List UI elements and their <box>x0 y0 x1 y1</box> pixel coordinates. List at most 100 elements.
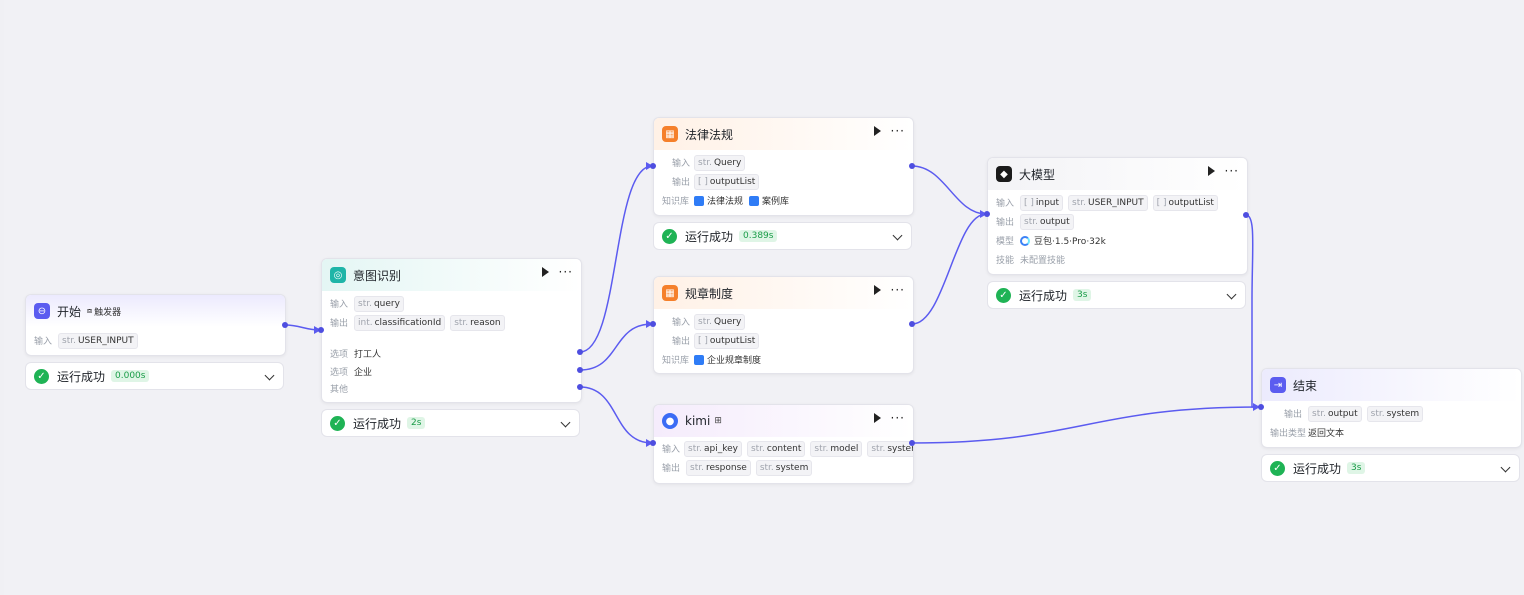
input-row: 输入 str. Query <box>654 312 913 331</box>
more-icon[interactable]: ··· <box>891 284 905 296</box>
node-actions: ··· <box>1207 165 1239 177</box>
rules-node-header: ▦ 规章制度 ··· <box>654 277 913 309</box>
output-label: 输出 <box>1283 410 1302 420</box>
llm-status-bar[interactable]: ✓ 运行成功 3s <box>987 281 1246 309</box>
input-row: 输入 str. Query <box>654 153 913 172</box>
law-status-bar[interactable]: ✓ 运行成功 0.389s <box>653 222 912 250</box>
end-node[interactable]: ⇥ 结束 输出 str. output str. system 输出类型 返回文本 <box>1261 368 1522 448</box>
variable-tag: str. response <box>686 459 751 476</box>
variable-tag: str.system <box>867 440 913 457</box>
more-icon[interactable]: ··· <box>891 125 905 137</box>
variable-tag: str. USER_INPUT <box>58 332 138 349</box>
input-label: 输入 <box>996 199 1015 209</box>
skill-row: 技能 未配置技能 <box>988 250 1247 269</box>
chevron-down-icon[interactable] <box>264 370 275 381</box>
trigger-icon: ⧈ <box>87 306 93 315</box>
option-row: 其他 <box>322 380 581 396</box>
kimi-node[interactable]: ● kimi ⊞ ··· 输入 str. api_key str. content … <box>653 404 914 484</box>
end-node-header: ⇥ 结束 <box>1262 369 1521 401</box>
variable-tag: str.system <box>1366 405 1424 422</box>
node-title: 意图识别 <box>353 268 402 283</box>
model-name: 豆包·1.5·Pro·32k <box>1034 237 1106 247</box>
document-icon <box>694 195 704 206</box>
status-text: 运行成功 <box>1293 461 1342 476</box>
kb-label: 知识库 <box>662 356 690 366</box>
status-text: 运行成功 <box>685 229 734 244</box>
success-check-icon: ✓ <box>330 415 345 431</box>
play-icon[interactable] <box>1207 166 1215 176</box>
variable-tag: str. query <box>354 295 404 312</box>
llm-icon: ◆ <box>996 166 1012 182</box>
skill-value: 未配置技能 <box>1020 256 1066 266</box>
node-actions: ··· <box>541 266 573 278</box>
play-icon[interactable] <box>873 285 881 295</box>
input-label: 输入 <box>671 318 690 328</box>
start-node[interactable]: ⊖ 开始 ⧈ 触发器 输入 str. USER_INPUT <box>25 294 286 356</box>
success-check-icon: ✓ <box>1270 460 1285 476</box>
trigger-badge[interactable]: ⧈ 触发器 <box>87 305 121 318</box>
variable-tag: [ ] outputList <box>694 332 760 349</box>
node-title: 开始 <box>57 304 82 319</box>
model-label: 模型 <box>996 237 1015 247</box>
chevron-down-icon[interactable] <box>1226 289 1237 300</box>
kimi-output-port[interactable] <box>909 440 915 446</box>
rules-output-port[interactable] <box>909 321 915 327</box>
intent-input-port[interactable] <box>318 327 324 333</box>
knowledge-base-icon: ▦ <box>662 126 678 142</box>
node-actions: ··· <box>873 412 905 424</box>
variable-tag: str.system <box>755 459 813 476</box>
success-check-icon: ✓ <box>996 287 1011 303</box>
intent-option-port[interactable] <box>577 349 583 355</box>
start-icon: ⊖ <box>34 303 50 319</box>
law-output-port[interactable] <box>909 163 915 169</box>
start-output-port[interactable] <box>282 322 288 328</box>
intent-option-port[interactable] <box>577 367 583 373</box>
output-row: 输出 str. output str. system <box>1262 404 1521 423</box>
law-input-port[interactable] <box>650 163 656 169</box>
node-title: kimi <box>685 414 711 428</box>
llm-node[interactable]: ◆ 大模型 ··· 输入 [ ] input str. USER_INPUT [ ]… <box>987 157 1248 275</box>
variable-tag: str. Query <box>694 154 746 171</box>
end-input-port[interactable] <box>1258 404 1264 410</box>
success-check-icon: ✓ <box>34 368 49 384</box>
play-icon[interactable] <box>541 267 549 277</box>
start-status-bar[interactable]: ✓ 运行成功 0.000s <box>25 362 284 390</box>
variable-tag: str. Query <box>694 313 746 330</box>
input-row: 输入 str. query <box>322 294 581 313</box>
success-check-icon: ✓ <box>662 228 677 244</box>
kb-item: 案例库 <box>749 194 789 207</box>
chevron-down-icon[interactable] <box>892 230 903 241</box>
rules-node[interactable]: ▦ 规章制度 ··· 输入 str. Query 输出 [ ] outputList… <box>653 276 914 374</box>
variable-tag: [ ] input <box>1020 194 1064 211</box>
output-label: 输出 <box>662 464 681 474</box>
option-label: 选项 <box>330 349 349 360</box>
variable-tag: str. output <box>1308 405 1362 422</box>
output-label: 输出 <box>330 319 349 329</box>
end-status-bar[interactable]: ✓ 运行成功 3s <box>1261 454 1520 482</box>
output-row: 输出 [ ] outputList <box>654 331 913 350</box>
output-row: 输出 [ ] outputList <box>654 172 913 191</box>
node-title: 规章制度 <box>685 286 734 301</box>
more-icon[interactable]: ··· <box>891 412 905 424</box>
node-actions: ··· <box>873 125 905 137</box>
chevron-down-icon[interactable] <box>1500 462 1511 473</box>
kimi-input-port[interactable] <box>650 440 656 446</box>
intent-status-bar[interactable]: ✓ 运行成功 2s <box>321 409 580 437</box>
trigger-label: 触发器 <box>94 307 122 318</box>
law-node[interactable]: ▦ 法律法规 ··· 输入 str. Query 输出 [ ] outputList… <box>653 117 914 216</box>
elapsed-time-badge: 0.389s <box>739 230 778 242</box>
intent-node[interactable]: ◎ 意图识别 ··· 输入 str. query 输出 int. classific… <box>321 258 582 403</box>
play-icon[interactable] <box>873 413 881 423</box>
rules-input-port[interactable] <box>650 321 656 327</box>
llm-input-port[interactable] <box>984 211 990 217</box>
chevron-down-icon[interactable] <box>560 417 571 428</box>
variable-tag: str. reason <box>450 314 505 331</box>
more-icon[interactable]: ··· <box>559 266 573 278</box>
intent-option-port[interactable] <box>577 384 583 390</box>
plugin-icon: ● <box>662 413 678 429</box>
more-icon[interactable]: ··· <box>1225 165 1239 177</box>
play-icon[interactable] <box>873 126 881 136</box>
llm-output-port[interactable] <box>1243 212 1249 218</box>
elapsed-time-badge: 2s <box>407 417 426 429</box>
output-row: 输出 int. classificationId str. reason <box>322 313 581 332</box>
